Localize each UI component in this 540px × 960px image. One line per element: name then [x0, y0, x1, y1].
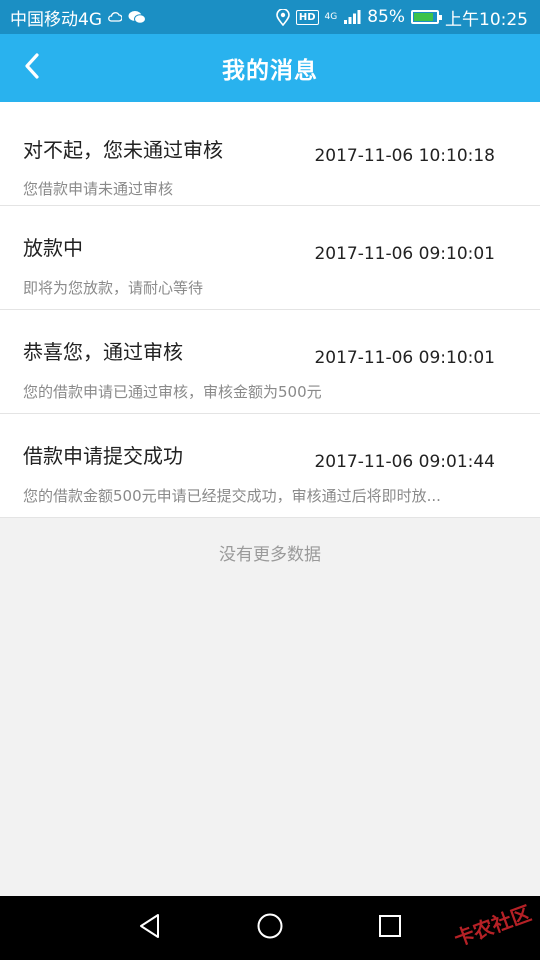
status-bar: 中国移动4G HD 4G 85% 上午10:25	[0, 0, 540, 34]
watermark-logo: 卡农社区	[450, 900, 535, 951]
message-time: 2017-11-06 09:01:44	[314, 452, 495, 472]
circle-home-icon	[256, 912, 284, 944]
message-desc: 您借款申请未通过审核	[23, 180, 174, 198]
battery-icon	[411, 10, 442, 24]
chevron-left-icon	[22, 52, 42, 84]
message-time: 2017-11-06 09:10:01	[314, 244, 495, 264]
nav-home-button[interactable]	[254, 912, 286, 944]
message-desc: 即将为您放款，请耐心等待	[23, 279, 204, 297]
message-title: 对不起，您未通过审核	[23, 138, 223, 162]
app-header: 我的消息	[0, 34, 540, 102]
clock: 上午10:25	[445, 9, 528, 30]
carrier-label: 中国移动4G	[10, 9, 102, 30]
no-more-data-label: 没有更多数据	[219, 545, 321, 565]
message-time: 2017-11-06 09:10:01	[314, 348, 495, 368]
wechat-icon	[128, 10, 146, 25]
battery-percent: 85%	[367, 7, 405, 27]
message-time: 2017-11-06 10:10:18	[314, 146, 495, 166]
message-desc: 您的借款申请已通过审核，审核金额为500元	[23, 383, 322, 401]
message-title: 放款中	[23, 236, 83, 260]
square-recents-icon	[378, 914, 402, 942]
message-desc: 您的借款金额500元申请已经提交成功，审核通过后将即时放...	[23, 487, 441, 505]
cloud-icon	[108, 11, 122, 23]
message-item[interactable]: 借款申请提交成功 2017-11-06 09:01:44 您的借款金额500元申…	[0, 414, 540, 518]
location-icon	[276, 8, 290, 26]
triangle-back-icon	[138, 913, 162, 943]
nav-back-button[interactable]	[134, 912, 166, 944]
network-tag: 4G	[324, 11, 338, 22]
nav-recents-button[interactable]	[374, 912, 406, 944]
message-list: 对不起，您未通过审核 2017-11-06 10:10:18 您借款申请未通过审…	[0, 120, 540, 518]
page-title: 我的消息	[222, 58, 318, 84]
message-item[interactable]: 恭喜您，通过审核 2017-11-06 09:10:01 您的借款申请已通过审核…	[0, 310, 540, 414]
hd-badge: HD	[295, 9, 319, 25]
navigation-bar: 卡农社区	[0, 896, 540, 960]
message-item[interactable]: 对不起，您未通过审核 2017-11-06 10:10:18 您借款申请未通过审…	[0, 120, 540, 206]
message-item[interactable]: 放款中 2017-11-06 09:10:01 即将为您放款，请耐心等待	[0, 206, 540, 310]
back-button[interactable]	[14, 50, 50, 86]
message-title: 借款申请提交成功	[23, 444, 183, 468]
signal-icon	[343, 9, 361, 25]
message-title: 恭喜您，通过审核	[23, 340, 183, 364]
list-top-spacer	[0, 102, 540, 120]
